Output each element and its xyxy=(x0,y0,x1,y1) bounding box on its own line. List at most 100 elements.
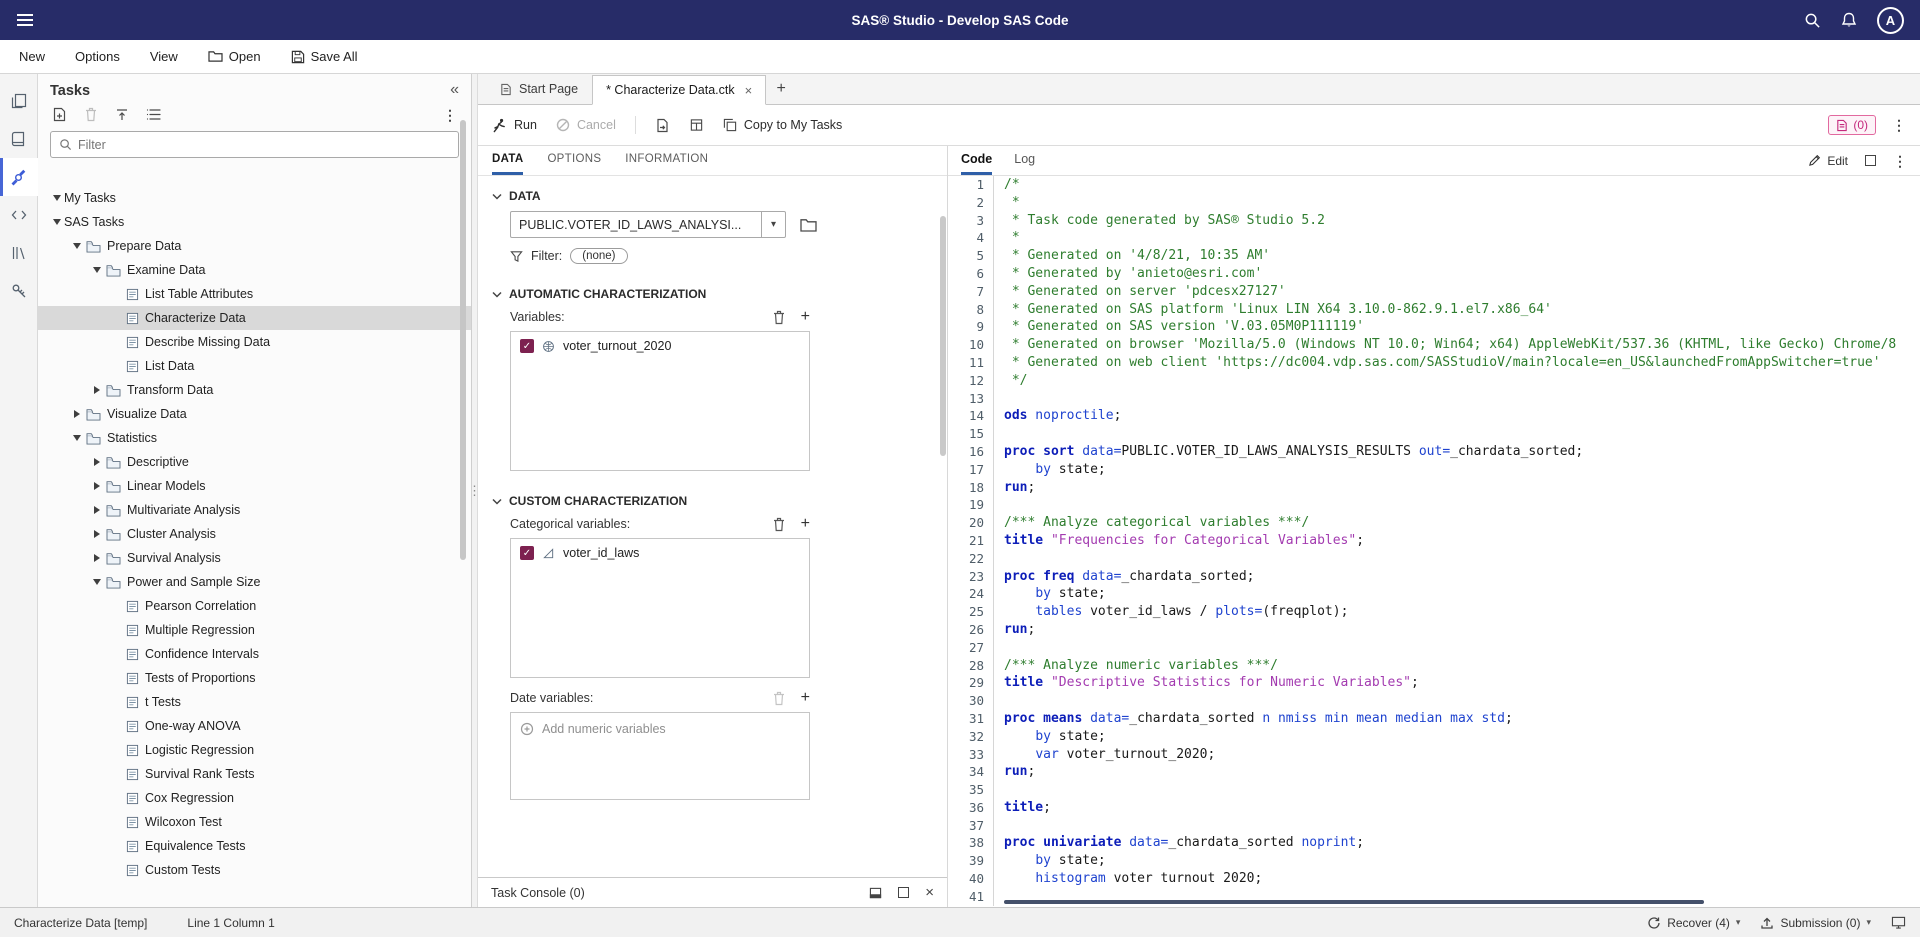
filter-value-pill[interactable]: (none) xyxy=(570,248,628,264)
delete-variable-icon[interactable] xyxy=(772,310,786,325)
tree-item[interactable]: Equivalence Tests xyxy=(38,834,471,858)
code-line[interactable]: 38 proc univariate data=_chardata_sorted … xyxy=(948,834,1920,853)
code-line[interactable]: 31 proc means data=_chardata_sorted n nmi… xyxy=(948,709,1920,728)
open-files-icon[interactable] xyxy=(0,82,38,120)
tree-item[interactable]: SAS Tasks xyxy=(38,210,471,234)
code-line[interactable]: 4 * xyxy=(948,229,1920,248)
code-line[interactable]: 40 histogram voter turnout 2020; xyxy=(948,870,1920,888)
add-categorical-icon[interactable]: + xyxy=(801,516,810,532)
tree-scrollbar[interactable] xyxy=(460,120,466,560)
submission-button[interactable]: Submission (0) ▾ xyxy=(1760,916,1871,930)
code-line[interactable]: 20 /*** Analyze categorical variables ***… xyxy=(948,514,1920,532)
tree-item[interactable]: Power and Sample Size xyxy=(38,570,471,594)
tree-item[interactable]: Descriptive xyxy=(38,450,471,474)
new-tab-icon[interactable]: + xyxy=(766,74,796,104)
tree-item[interactable]: Wilcoxon Test xyxy=(38,810,471,834)
custom-section-header[interactable]: CUSTOM CHARACTERIZATION xyxy=(478,485,947,514)
view-list-icon[interactable] xyxy=(146,108,161,121)
variable-checkbox[interactable]: ✓ xyxy=(520,546,534,560)
code-line[interactable]: 21 title "Frequencies for Categorical Var… xyxy=(948,531,1920,550)
cancel-button[interactable]: Cancel xyxy=(556,118,616,132)
expand-caret-icon[interactable] xyxy=(70,431,84,445)
search-icon[interactable] xyxy=(1804,12,1821,29)
code-line[interactable]: 34 run; xyxy=(948,763,1920,782)
code-line[interactable]: 8 * Generated on SAS platform 'Linux LIN… xyxy=(948,300,1920,319)
monitor-icon[interactable] xyxy=(1891,916,1906,929)
code-line[interactable]: 10 * Generated on browser 'Mozilla/5.0 (… xyxy=(948,336,1920,354)
collapse-all-icon[interactable] xyxy=(115,108,129,122)
code-line[interactable]: 5 * Generated on '4/8/21, 10:35 AM' xyxy=(948,247,1920,265)
delete-date-icon[interactable] xyxy=(772,691,786,706)
date-variables-box[interactable]: Add numeric variables xyxy=(510,712,810,800)
expand-caret-icon[interactable] xyxy=(50,215,64,229)
close-console-icon[interactable]: × xyxy=(925,885,934,900)
panel-kebab-icon[interactable]: ⋮ xyxy=(443,108,457,122)
tab-information[interactable]: INFORMATION xyxy=(625,146,708,175)
maximize-console-icon[interactable] xyxy=(898,887,910,898)
code-line[interactable]: 24 by state; xyxy=(948,585,1920,604)
file-shortcuts-icon[interactable] xyxy=(0,272,38,310)
tasks-filter-box[interactable] xyxy=(50,131,459,158)
code-line[interactable]: 7 * Generated on server 'pdcesx27127' xyxy=(948,282,1920,301)
code-line[interactable]: 25 tables voter_id_laws / plots=(freqplo… xyxy=(948,603,1920,621)
tree-item[interactable]: Cluster Analysis xyxy=(38,522,471,546)
tree-item[interactable]: Pearson Correlation xyxy=(38,594,471,618)
dock-bottom-icon[interactable] xyxy=(869,887,882,899)
code-editor[interactable]: 1/* 2 * 3 * Task code generated by SAS® St… xyxy=(948,176,1920,907)
tab-code[interactable]: Code xyxy=(961,146,993,175)
code-line[interactable]: 15 xyxy=(948,425,1920,443)
automatic-section-header[interactable]: AUTOMATIC CHARACTERIZATION xyxy=(478,278,947,307)
code-kebab-icon[interactable]: ⋮ xyxy=(1893,154,1907,168)
code-line[interactable]: 30 xyxy=(948,692,1920,710)
task-pane-scrollbar[interactable] xyxy=(940,216,946,456)
add-date-icon[interactable]: + xyxy=(801,690,810,706)
tree-item[interactable]: My Tasks xyxy=(38,186,471,210)
expand-caret-icon[interactable] xyxy=(70,407,84,421)
tab-start-page[interactable]: Start Page xyxy=(486,74,592,104)
variable-item[interactable]: ✓ voter_id_laws xyxy=(520,546,800,560)
tree-item[interactable]: Multivariate Analysis xyxy=(38,498,471,522)
variable-checkbox[interactable]: ✓ xyxy=(520,339,534,353)
new-task-icon[interactable] xyxy=(52,107,67,122)
app-menu-icon[interactable] xyxy=(0,0,50,40)
libraries-icon[interactable] xyxy=(0,234,38,272)
collapse-panel-icon[interactable]: « xyxy=(450,82,459,98)
copy-to-my-tasks-button[interactable]: Copy to My Tasks xyxy=(723,118,842,132)
code-line[interactable]: 11 * Generated on web client 'https://dc… xyxy=(948,353,1920,372)
tree-item[interactable]: One-way ANOVA xyxy=(38,714,471,738)
tree-item[interactable]: List Table Attributes xyxy=(38,282,471,306)
export-code-icon[interactable] xyxy=(655,118,670,133)
data-section-header[interactable]: DATA xyxy=(478,180,947,209)
tree-item[interactable]: Statistics xyxy=(38,426,471,450)
tree-item[interactable]: Custom Tests xyxy=(38,858,471,882)
tree-item[interactable]: Survival Rank Tests xyxy=(38,762,471,786)
menu-open[interactable]: Open xyxy=(208,49,261,64)
code-line[interactable]: 39 by state; xyxy=(948,852,1920,871)
code-line[interactable]: 1 /* xyxy=(948,176,1920,194)
code-line[interactable]: 26 run; xyxy=(948,620,1920,639)
edit-button[interactable]: Edit xyxy=(1808,154,1848,168)
code-line[interactable]: 33 var voter_turnout_2020; xyxy=(948,745,1920,764)
code-line[interactable]: 28 /*** Analyze numeric variables ***/ xyxy=(948,656,1920,675)
table-select[interactable]: PUBLIC.VOTER_ID_LAWS_ANALYSI... ▾ xyxy=(510,211,786,238)
code-line[interactable]: 23 proc freq data=_chardata_sorted; xyxy=(948,567,1920,586)
tree-item[interactable]: Linear Models xyxy=(38,474,471,498)
expand-caret-icon[interactable] xyxy=(90,527,104,541)
messages-badge[interactable]: (0) xyxy=(1828,115,1876,135)
tree-item[interactable]: Examine Data xyxy=(38,258,471,282)
tree-item[interactable]: Confidence Intervals xyxy=(38,642,471,666)
tasks-filter-input[interactable] xyxy=(78,137,450,152)
tree-item[interactable]: Prepare Data xyxy=(38,234,471,258)
maximize-pane-icon[interactable] xyxy=(1865,155,1876,166)
code-line[interactable]: 37 xyxy=(948,816,1920,835)
code-line[interactable]: 19 xyxy=(948,496,1920,515)
tab-options[interactable]: OPTIONS xyxy=(547,146,601,175)
tree-item[interactable]: Survival Analysis xyxy=(38,546,471,570)
menu-save-all[interactable]: Save All xyxy=(291,49,358,64)
delete-categorical-icon[interactable] xyxy=(772,517,786,532)
code-line[interactable]: 32 by state; xyxy=(948,727,1920,746)
code-line[interactable]: 27 xyxy=(948,638,1920,657)
notifications-bell-icon[interactable] xyxy=(1841,12,1857,29)
tree-item[interactable]: List Data xyxy=(38,354,471,378)
recover-button[interactable]: Recover (4) ▾ xyxy=(1647,916,1740,930)
